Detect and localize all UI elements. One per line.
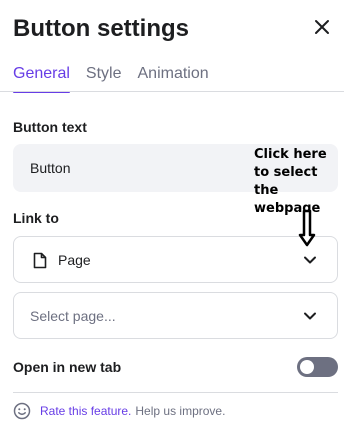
open-new-tab-row: Open in new tab <box>13 356 338 378</box>
link-to-label: Link to <box>13 210 59 226</box>
footer-divider <box>13 392 338 393</box>
link-type-select[interactable]: Page <box>13 236 338 283</box>
tab-bar: General Style Animation <box>13 64 209 93</box>
feedback-row: Rate this feature. Help us improve. <box>13 401 225 421</box>
open-new-tab-toggle[interactable] <box>297 357 338 377</box>
panel-header: Button settings <box>13 14 333 44</box>
toggle-knob <box>300 360 314 374</box>
tab-animation[interactable]: Animation <box>138 64 209 92</box>
rate-feature-link[interactable]: Rate this feature. <box>40 404 131 418</box>
open-new-tab-label: Open in new tab <box>13 359 122 375</box>
tab-general[interactable]: General <box>13 64 70 93</box>
button-text-label: Button text <box>13 119 87 135</box>
tab-style[interactable]: Style <box>86 64 122 92</box>
document-icon <box>33 252 47 269</box>
tabs-divider <box>0 91 344 92</box>
feedback-text: Help us improve. <box>135 404 226 418</box>
page-select-placeholder: Select page... <box>30 308 116 324</box>
chevron-down-icon <box>304 256 316 264</box>
page-select[interactable]: Select page... <box>13 292 338 339</box>
smile-icon <box>13 402 31 420</box>
link-type-value: Page <box>58 252 91 268</box>
arrow-down-icon <box>298 209 316 247</box>
annotation-text: Click here to select the webpage <box>254 147 327 216</box>
chevron-down-icon <box>304 312 316 320</box>
close-icon[interactable] <box>311 16 333 38</box>
panel-title: Button settings <box>13 15 189 42</box>
